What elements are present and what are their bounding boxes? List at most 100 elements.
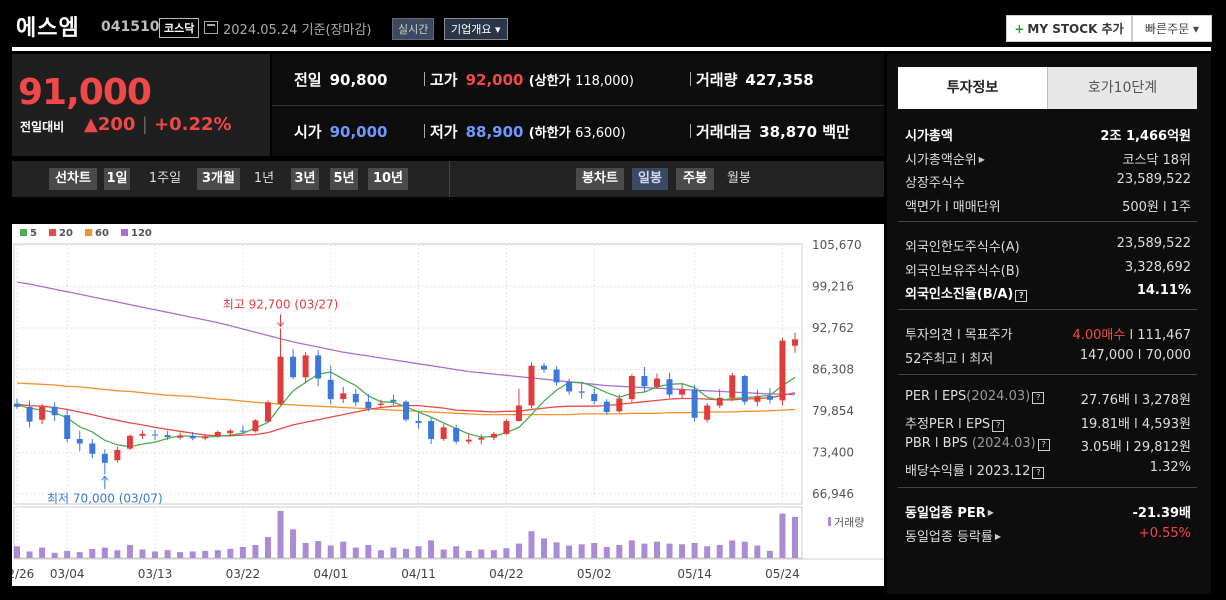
volume-bar bbox=[390, 547, 397, 558]
header: 에스엠 041510 코스닥 2024.05.24 기준(장마감) 실시간 기업… bbox=[0, 0, 1226, 52]
period-1y-button[interactable]: 1년 bbox=[250, 168, 278, 190]
arrow-right-icon[interactable]: ▶ bbox=[995, 532, 1001, 541]
plot-frame bbox=[13, 243, 803, 505]
help-icon[interactable]: ? bbox=[1032, 392, 1045, 404]
invest-row-label[interactable]: PER l EPS(2024.03)? bbox=[905, 389, 1045, 404]
volume-bar bbox=[101, 547, 108, 558]
volume-bar bbox=[641, 543, 648, 558]
trade-amount: 거래대금 38,870 백만 bbox=[690, 121, 850, 142]
volume-bar bbox=[453, 546, 460, 558]
candle-body bbox=[729, 375, 736, 398]
candle-body bbox=[64, 415, 71, 439]
volume-bar bbox=[766, 550, 773, 558]
volume-bar bbox=[616, 544, 623, 558]
invest-row-value: 1.32% bbox=[1149, 459, 1191, 475]
help-icon[interactable]: ? bbox=[992, 419, 1005, 432]
volume: 거래량 427,358 bbox=[690, 69, 814, 90]
invest-row-value: 2조 1,466억원 bbox=[1100, 129, 1191, 144]
quick-order-button[interactable]: 빠른주문 ▾ bbox=[1132, 15, 1212, 42]
period-3m-button[interactable]: 3개월 bbox=[197, 168, 240, 190]
period-10y-button[interactable]: 10년 bbox=[368, 168, 408, 190]
x-tick-label: 04/22 bbox=[489, 567, 524, 581]
invest-row: 상장주식수 23,589,522 bbox=[905, 170, 1193, 192]
weekly-candle-button[interactable]: 주봉 bbox=[676, 168, 714, 190]
candle-body bbox=[415, 420, 422, 423]
realtime-button[interactable]: 실시간 bbox=[392, 18, 435, 40]
change-amount: ▲200 bbox=[84, 114, 136, 135]
invest-row-value: 23,589,522 bbox=[1116, 236, 1191, 251]
volume-bar bbox=[264, 537, 271, 558]
prev-close-label: 전일 bbox=[294, 71, 322, 89]
period-1d-button[interactable]: 1일 bbox=[104, 168, 130, 190]
help-icon[interactable]: ? bbox=[1032, 466, 1045, 479]
candle-body bbox=[39, 406, 46, 420]
arrow-right-icon[interactable]: ▶ bbox=[979, 155, 985, 164]
market-badge: 코스닥 bbox=[159, 18, 200, 38]
prev-close: 전일 90,800 bbox=[294, 69, 388, 90]
candle-body bbox=[792, 339, 798, 346]
x-tick-label: 05/24 bbox=[765, 567, 800, 581]
volume-label: 거래량 bbox=[696, 71, 738, 89]
candle-body bbox=[603, 401, 610, 412]
candle-body bbox=[390, 399, 397, 402]
period-1w-button[interactable]: 1주일 bbox=[144, 168, 186, 190]
header-divider bbox=[12, 47, 1211, 51]
arrow-right-icon[interactable]: ▶ bbox=[988, 508, 994, 517]
candle-body bbox=[327, 379, 334, 400]
period-5y-button[interactable]: 5년 bbox=[330, 168, 358, 190]
help-icon[interactable]: ? bbox=[1015, 290, 1028, 302]
volume-bar bbox=[114, 550, 121, 558]
volume-bar bbox=[691, 542, 698, 558]
high-annotation: 최고 92,700 (03/27) bbox=[223, 297, 339, 311]
change-label: 전일대비 bbox=[20, 120, 65, 134]
invest-row: 외국인한도주식수(A) 23,589,522 bbox=[905, 234, 1193, 256]
volume-bar bbox=[704, 546, 711, 558]
candle-body bbox=[340, 393, 347, 400]
candle-body bbox=[691, 389, 698, 418]
candle-chart-button[interactable]: 봉차트 bbox=[576, 168, 624, 190]
candle-body bbox=[202, 436, 209, 439]
low-price: 저가 88,900 (하한가 63,600) bbox=[424, 121, 626, 142]
calendar-icon bbox=[204, 21, 218, 34]
invest-row-label[interactable]: 시가총액순위 ▶ bbox=[905, 149, 985, 168]
line-chart-button[interactable]: 선차트 bbox=[49, 168, 97, 190]
volume-bar bbox=[177, 552, 184, 558]
invest-row-label: 52주최고 l 최저 bbox=[905, 351, 994, 367]
candle-body bbox=[101, 453, 108, 463]
help-icon[interactable]: ? bbox=[1037, 439, 1050, 451]
volume-bar bbox=[277, 511, 284, 558]
company-overview-button[interactable]: 기업개요 ▾ bbox=[444, 18, 508, 40]
period-3y-button[interactable]: 3년 bbox=[291, 168, 319, 190]
volume-bar bbox=[252, 544, 259, 558]
volume-bar bbox=[603, 546, 610, 558]
candle-body bbox=[641, 375, 648, 387]
invest-row-label[interactable]: 배당수익률 l 2023.12? bbox=[905, 460, 1045, 479]
candle-body bbox=[177, 435, 184, 438]
invest-row: 시가총액 2조 1,466억원 bbox=[905, 123, 1193, 145]
candle-body bbox=[553, 369, 560, 383]
y-tick-label: 86,308 bbox=[812, 363, 854, 377]
prev-close-value: 90,800 bbox=[329, 71, 388, 89]
candle-body bbox=[403, 401, 409, 420]
candle-body bbox=[616, 398, 623, 412]
invest-row-label[interactable]: 추정PER l EPS? bbox=[905, 413, 1005, 432]
invest-row-label[interactable]: PBR l BPS (2024.03)? bbox=[905, 436, 1050, 451]
invest-row-label[interactable]: 외국인소진율(B/A)? bbox=[905, 283, 1028, 302]
add-mystock-button[interactable]: + MY STOCK 추가 bbox=[1006, 15, 1132, 42]
tab-orderbook[interactable]: 호가10단계 bbox=[1047, 67, 1197, 109]
candle-body bbox=[591, 393, 598, 402]
daily-candle-button[interactable]: 일봉 bbox=[632, 168, 668, 190]
monthly-candle-button[interactable]: 월봉 bbox=[723, 168, 755, 190]
open-price: 시가 90,000 bbox=[294, 121, 388, 142]
volume-bar bbox=[377, 550, 384, 558]
volume-bar bbox=[152, 551, 159, 558]
candle-body bbox=[490, 433, 497, 438]
open-value: 90,000 bbox=[329, 123, 388, 141]
volume-bar bbox=[327, 545, 334, 558]
candle-body bbox=[628, 375, 635, 400]
invest-row-label[interactable]: 동일업종 등락률 ▶ bbox=[905, 526, 1001, 545]
invest-row-label[interactable]: 동일업종 PER ▶ bbox=[905, 502, 994, 521]
tab-invest-info[interactable]: 투자정보 bbox=[898, 67, 1047, 109]
upper-limit-value: 118,000) bbox=[575, 74, 634, 89]
x-tick-label: 03/13 bbox=[138, 567, 173, 581]
